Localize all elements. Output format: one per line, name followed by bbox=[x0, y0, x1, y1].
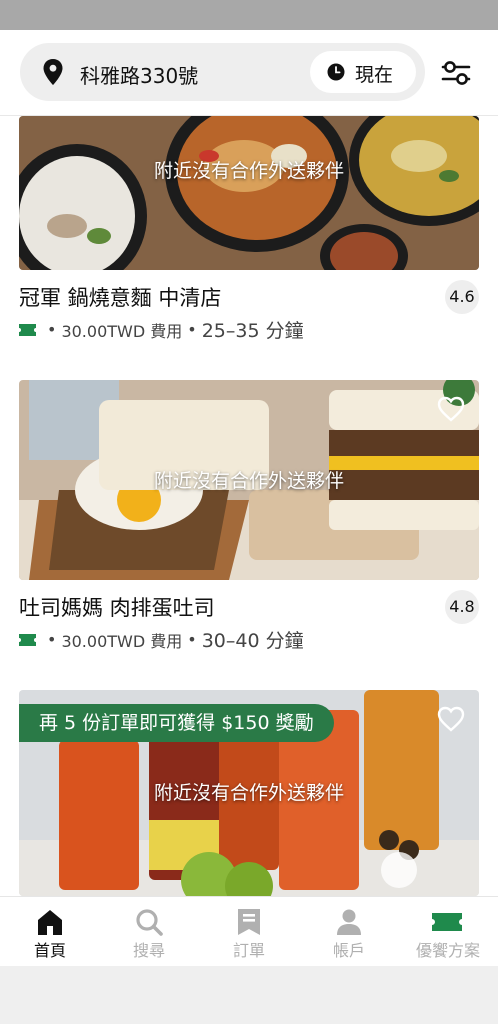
home-icon bbox=[38, 910, 62, 935]
separator-dot: • bbox=[187, 630, 197, 649]
person-icon bbox=[337, 909, 361, 935]
separator-dot: • bbox=[47, 630, 57, 649]
schedule-time-button[interactable]: 現在 bbox=[310, 51, 416, 93]
app-screen: 科雅路330號 現在 附近沒有合作外送夥伴 冠軍 鍋燒意麵 中清店 4.6 • … bbox=[0, 30, 498, 966]
bottom-tab-bar: 首頁 搜尋 訂單 帳戶 優饗方案 bbox=[0, 896, 498, 966]
store-meta: • 30.00TWD 費用 • 25–35 分鐘 bbox=[19, 316, 304, 343]
unavailable-overlay: 附近沒有合作外送夥伴 bbox=[153, 470, 344, 492]
separator-dot: • bbox=[47, 320, 57, 339]
unavailable-overlay: 附近沒有合作外送夥伴 bbox=[153, 160, 344, 182]
clock-icon bbox=[327, 63, 345, 81]
membership-ticket-icon bbox=[19, 633, 36, 646]
delivery-eta: 25–35 分鐘 bbox=[201, 320, 304, 342]
search-icon bbox=[136, 909, 163, 936]
tab-label: 優饗方案 bbox=[415, 941, 480, 960]
favorite-heart-icon[interactable] bbox=[437, 396, 465, 422]
time-label: 現在 bbox=[355, 64, 394, 86]
separator-dot: • bbox=[187, 320, 197, 339]
location-pin-icon bbox=[43, 59, 63, 85]
tab-home[interactable]: 首頁 bbox=[0, 897, 100, 966]
ticket-icon bbox=[432, 913, 462, 931]
delivery-fee: 30.00TWD 費用 bbox=[61, 631, 183, 651]
tab-account[interactable]: 帳戶 bbox=[299, 897, 399, 966]
store-feed: 附近沒有合作外送夥伴 冠軍 鍋燒意麵 中清店 4.6 • 30.00TWD 費用… bbox=[0, 116, 498, 896]
membership-ticket-icon bbox=[19, 323, 36, 336]
tab-search[interactable]: 搜尋 bbox=[99, 897, 199, 966]
tab-membership[interactable]: 優饗方案 bbox=[398, 897, 498, 966]
tab-orders[interactable]: 訂單 bbox=[199, 897, 299, 966]
store-name: 吐司媽媽 肉排蛋吐司 bbox=[19, 596, 215, 620]
delivery-address: 科雅路330號 bbox=[80, 64, 199, 88]
delivery-fee: 30.00TWD 費用 bbox=[61, 321, 183, 341]
rating-badge: 4.6 bbox=[445, 280, 479, 314]
store-image[interactable]: 附近沒有合作外送夥伴 bbox=[19, 116, 479, 270]
header: 科雅路330號 現在 bbox=[0, 30, 498, 116]
store-name: 冠軍 鍋燒意麵 中清店 bbox=[19, 286, 222, 310]
rating-badge: 4.8 bbox=[445, 590, 479, 624]
store-image[interactable]: 再 5 份訂單即可獲得 $150 獎勵 附近沒有合作外送夥伴 bbox=[19, 690, 479, 896]
store-meta: • 30.00TWD 費用 • 30–40 分鐘 bbox=[19, 626, 304, 653]
filter-icon[interactable] bbox=[440, 58, 472, 88]
delivery-eta: 30–40 分鐘 bbox=[201, 630, 304, 652]
receipt-icon bbox=[238, 909, 260, 935]
tab-label: 首頁 bbox=[33, 941, 66, 960]
tab-label: 帳戶 bbox=[332, 941, 365, 960]
store-image[interactable]: 附近沒有合作外送夥伴 bbox=[19, 380, 479, 580]
tab-label: 訂單 bbox=[232, 941, 265, 960]
favorite-heart-icon[interactable] bbox=[437, 706, 465, 732]
tab-label: 搜尋 bbox=[132, 941, 165, 960]
promo-banner: 再 5 份訂單即可獲得 $150 獎勵 bbox=[19, 704, 334, 742]
unavailable-overlay: 附近沒有合作外送夥伴 bbox=[153, 782, 344, 804]
status-bar bbox=[0, 0, 498, 30]
address-bar[interactable]: 科雅路330號 現在 bbox=[20, 43, 425, 101]
